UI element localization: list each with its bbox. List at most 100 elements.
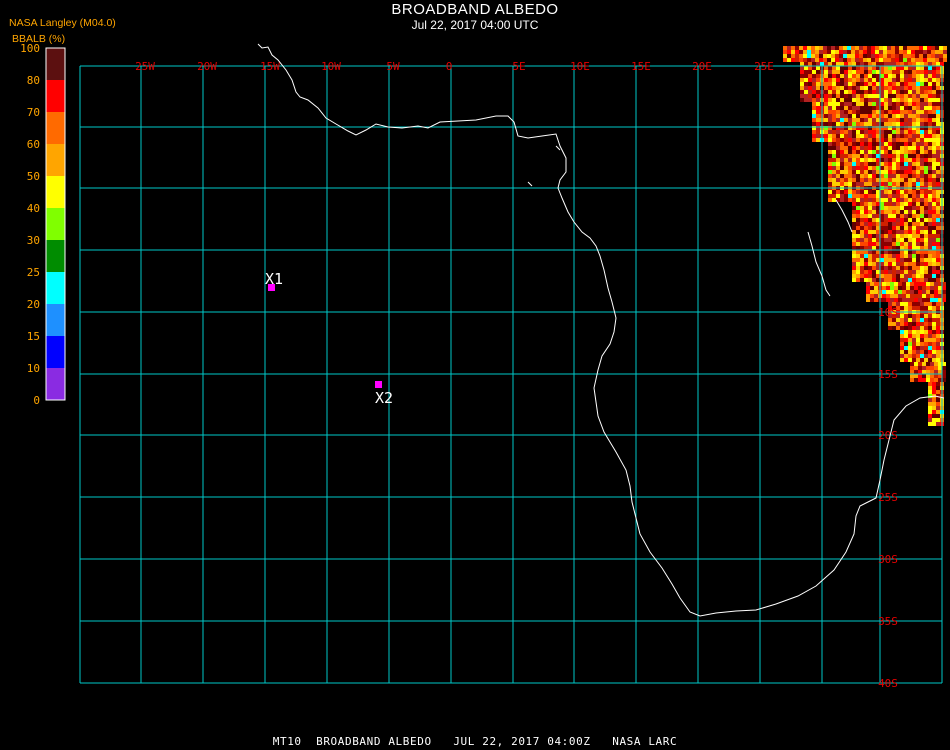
albedo-pixel [880,226,884,230]
albedo-pixel [892,226,896,230]
albedo-pixel [876,262,880,266]
albedo-pixel [936,258,940,262]
albedo-pixel [824,74,828,78]
albedo-pixel [856,134,860,138]
albedo-pixel [848,102,852,106]
albedo-pixel [912,206,916,210]
albedo-pixel [856,158,860,162]
albedo-pixel [904,118,908,122]
albedo-pixel [932,102,936,106]
albedo-pixel [852,74,856,78]
albedo-pixel [888,278,892,282]
albedo-pixel [912,338,916,342]
colorbar-swatch [46,272,65,304]
albedo-pixel [844,110,848,114]
albedo-pixel [824,94,828,98]
albedo-pixel [912,130,916,134]
albedo-pixel [924,98,928,102]
albedo-pixel [932,198,936,202]
albedo-pixel [808,98,812,102]
albedo-pixel [888,138,892,142]
albedo-pixel [856,90,860,94]
albedo-pixel [860,162,864,166]
albedo-pixel [832,114,836,118]
albedo-pixel [876,182,880,186]
albedo-pixel [824,138,828,142]
albedo-pixel [828,190,832,194]
albedo-pixel [904,206,908,210]
albedo-pixel [816,94,820,98]
albedo-pixel [876,218,880,222]
albedo-pixel [848,94,852,98]
albedo-pixel [936,202,940,206]
albedo-pixel [914,298,918,302]
albedo-pixel [832,66,836,70]
albedo-pixel [912,162,916,166]
albedo-pixel [791,54,795,58]
albedo-pixel [911,54,915,58]
albedo-pixel [936,214,940,218]
albedo-pixel [916,302,920,306]
albedo-pixel [896,278,900,282]
albedo-pixel [832,106,836,110]
albedo-pixel [868,198,872,202]
albedo-pixel [840,114,844,118]
albedo-pixel [928,302,932,306]
albedo-pixel [876,114,880,118]
albedo-pixel [932,150,936,154]
albedo-pixel [920,314,924,318]
albedo-pixel [840,138,844,142]
albedo-pixel [868,270,872,274]
albedo-pixel [916,202,920,206]
albedo-pixel [812,66,816,70]
albedo-pixel [856,230,860,234]
albedo-pixel [824,70,828,74]
albedo-pixel [903,46,907,50]
albedo-pixel [942,370,946,374]
albedo-pixel [888,274,892,278]
albedo-pixel [914,374,918,378]
albedo-pixel [916,130,920,134]
albedo-pixel [884,150,888,154]
albedo-pixel [866,298,870,302]
albedo-pixel [880,154,884,158]
albedo-pixel [855,50,859,54]
albedo-pixel [848,114,852,118]
albedo-pixel [860,238,864,242]
albedo-pixel [896,110,900,114]
albedo-pixel [840,94,844,98]
albedo-pixel [939,46,943,50]
albedo-pixel [888,106,892,110]
albedo-pixel [868,178,872,182]
colorbar-tick-label: 50 [27,170,40,183]
albedo-pixel [799,50,803,54]
albedo-pixel [912,314,916,318]
albedo-pixel [812,118,816,122]
albedo-pixel [828,82,832,86]
albedo-pixel [932,338,936,342]
albedo-pixel [900,106,904,110]
albedo-pixel [886,294,890,298]
albedo-pixel [844,166,848,170]
albedo-pixel [812,106,816,110]
albedo-pixel [844,74,848,78]
albedo-pixel [860,270,864,274]
albedo-pixel [856,242,860,246]
albedo-pixel [932,238,936,242]
albedo-pixel [896,162,900,166]
albedo-pixel [860,170,864,174]
albedo-pixel [896,102,900,106]
albedo-pixel [882,282,886,286]
albedo-pixel [864,94,868,98]
albedo-pixel [916,94,920,98]
albedo-pixel [870,298,874,302]
albedo-pixel [860,246,864,250]
albedo-pixel [904,350,908,354]
albedo-pixel [915,50,919,54]
albedo-pixel [787,46,791,50]
albedo-pixel [868,166,872,170]
albedo-pixel [904,134,908,138]
albedo-pixel [876,134,880,138]
albedo-pixel [872,110,876,114]
albedo-pixel [884,222,888,226]
